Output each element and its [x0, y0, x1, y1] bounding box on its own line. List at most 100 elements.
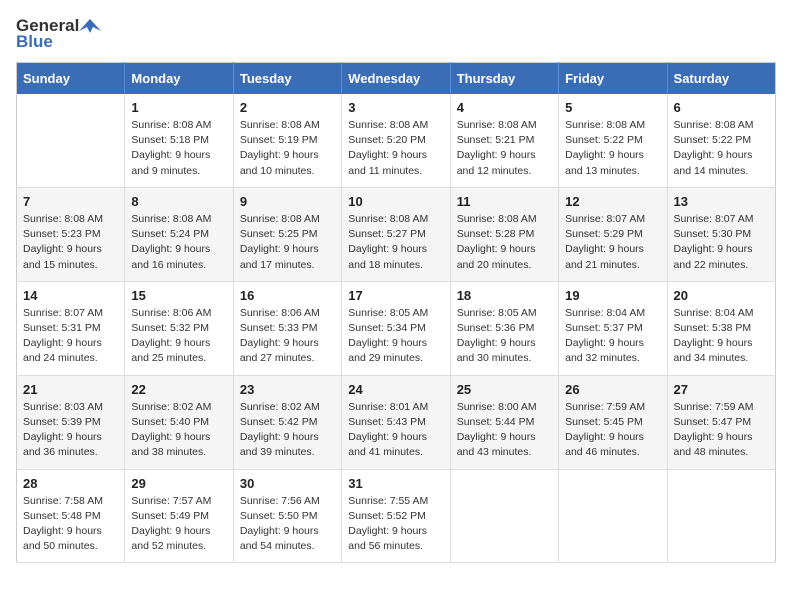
cell-info: Sunrise: 7:59 AM Sunset: 5:47 PM Dayligh… — [674, 400, 769, 461]
cell-info: Sunrise: 8:06 AM Sunset: 5:32 PM Dayligh… — [131, 306, 226, 367]
cell-info: Sunrise: 8:08 AM Sunset: 5:22 PM Dayligh… — [674, 118, 769, 179]
calendar-week-2: 7 Sunrise: 8:08 AM Sunset: 5:23 PM Daylig… — [17, 187, 776, 281]
calendar-cell: 27 Sunrise: 7:59 AM Sunset: 5:47 PM Dayli… — [667, 375, 775, 469]
day-number: 4 — [457, 100, 552, 115]
day-number: 11 — [457, 194, 552, 209]
cell-info: Sunrise: 8:03 AM Sunset: 5:39 PM Dayligh… — [23, 400, 118, 461]
day-number: 21 — [23, 382, 118, 397]
day-number: 14 — [23, 288, 118, 303]
cell-info: Sunrise: 8:08 AM Sunset: 5:23 PM Dayligh… — [23, 212, 118, 273]
cell-info: Sunrise: 8:07 AM Sunset: 5:31 PM Dayligh… — [23, 306, 118, 367]
weekday-header-wednesday: Wednesday — [342, 63, 450, 95]
calendar-week-4: 21 Sunrise: 8:03 AM Sunset: 5:39 PM Dayli… — [17, 375, 776, 469]
calendar-cell: 16 Sunrise: 8:06 AM Sunset: 5:33 PM Dayli… — [233, 281, 341, 375]
calendar-cell: 6 Sunrise: 8:08 AM Sunset: 5:22 PM Daylig… — [667, 94, 775, 187]
cell-info: Sunrise: 8:02 AM Sunset: 5:40 PM Dayligh… — [131, 400, 226, 461]
calendar-cell: 14 Sunrise: 8:07 AM Sunset: 5:31 PM Dayli… — [17, 281, 125, 375]
logo-bird-icon — [79, 17, 101, 35]
cell-info: Sunrise: 8:08 AM Sunset: 5:19 PM Dayligh… — [240, 118, 335, 179]
day-number: 22 — [131, 382, 226, 397]
cell-info: Sunrise: 8:07 AM Sunset: 5:29 PM Dayligh… — [565, 212, 660, 273]
cell-info: Sunrise: 8:04 AM Sunset: 5:38 PM Dayligh… — [674, 306, 769, 367]
day-number: 30 — [240, 476, 335, 491]
calendar-cell: 7 Sunrise: 8:08 AM Sunset: 5:23 PM Daylig… — [17, 187, 125, 281]
day-number: 31 — [348, 476, 443, 491]
day-number: 9 — [240, 194, 335, 209]
calendar-week-3: 14 Sunrise: 8:07 AM Sunset: 5:31 PM Dayli… — [17, 281, 776, 375]
day-number: 15 — [131, 288, 226, 303]
weekday-header-monday: Monday — [125, 63, 233, 95]
day-number: 6 — [674, 100, 769, 115]
day-number: 3 — [348, 100, 443, 115]
cell-info: Sunrise: 8:08 AM Sunset: 5:28 PM Dayligh… — [457, 212, 552, 273]
cell-info: Sunrise: 8:06 AM Sunset: 5:33 PM Dayligh… — [240, 306, 335, 367]
calendar-cell: 3 Sunrise: 8:08 AM Sunset: 5:20 PM Daylig… — [342, 94, 450, 187]
calendar-cell: 18Sunrise: 8:05 AM Sunset: 5:36 PM Dayli… — [450, 281, 558, 375]
calendar-cell: 19Sunrise: 8:04 AM Sunset: 5:37 PM Dayli… — [559, 281, 667, 375]
calendar-cell: 30 Sunrise: 7:56 AM Sunset: 5:50 PM Dayli… — [233, 469, 341, 563]
weekday-header-friday: Friday — [559, 63, 667, 95]
cell-info: Sunrise: 8:07 AM Sunset: 5:30 PM Dayligh… — [674, 212, 769, 273]
calendar-cell: 13 Sunrise: 8:07 AM Sunset: 5:30 PM Dayli… — [667, 187, 775, 281]
calendar-cell: 2 Sunrise: 8:08 AM Sunset: 5:19 PM Daylig… — [233, 94, 341, 187]
calendar-cell: 25 Sunrise: 8:00 AM Sunset: 5:44 PM Dayli… — [450, 375, 558, 469]
cell-info: Sunrise: 8:02 AM Sunset: 5:42 PM Dayligh… — [240, 400, 335, 461]
weekday-header-sunday: Sunday — [17, 63, 125, 95]
calendar-cell: 20 Sunrise: 8:04 AM Sunset: 5:38 PM Dayli… — [667, 281, 775, 375]
cell-info: Sunrise: 8:04 AM Sunset: 5:37 PM Dayligh… — [565, 306, 660, 367]
day-number: 29 — [131, 476, 226, 491]
day-number: 20 — [674, 288, 769, 303]
day-number: 2 — [240, 100, 335, 115]
day-number: 13 — [674, 194, 769, 209]
calendar-cell: 4 Sunrise: 8:08 AM Sunset: 5:21 PM Daylig… — [450, 94, 558, 187]
cell-info: Sunrise: 7:55 AM Sunset: 5:52 PM Dayligh… — [348, 494, 443, 555]
calendar-cell: 23 Sunrise: 8:02 AM Sunset: 5:42 PM Dayli… — [233, 375, 341, 469]
calendar-header: SundayMondayTuesdayWednesdayThursdayFrid… — [17, 63, 776, 95]
calendar-body: 1 Sunrise: 8:08 AM Sunset: 5:18 PM Daylig… — [17, 94, 776, 563]
cell-info: Sunrise: 8:05 AM Sunset: 5:36 PM Dayligh… — [457, 306, 552, 367]
logo-blue-text: Blue — [16, 32, 53, 52]
cell-info: Sunrise: 8:08 AM Sunset: 5:27 PM Dayligh… — [348, 212, 443, 273]
calendar-week-1: 1 Sunrise: 8:08 AM Sunset: 5:18 PM Daylig… — [17, 94, 776, 187]
calendar-cell — [17, 94, 125, 187]
cell-info: Sunrise: 7:58 AM Sunset: 5:48 PM Dayligh… — [23, 494, 118, 555]
calendar-cell: 17 Sunrise: 8:05 AM Sunset: 5:34 PM Dayli… — [342, 281, 450, 375]
day-number: 12 — [565, 194, 660, 209]
day-number: 23 — [240, 382, 335, 397]
weekday-header-tuesday: Tuesday — [233, 63, 341, 95]
day-number: 7 — [23, 194, 118, 209]
day-number: 10 — [348, 194, 443, 209]
cell-info: Sunrise: 8:05 AM Sunset: 5:34 PM Dayligh… — [348, 306, 443, 367]
day-number: 1 — [131, 100, 226, 115]
calendar-cell: 12 Sunrise: 8:07 AM Sunset: 5:29 PM Dayli… — [559, 187, 667, 281]
page-header: General Blue — [16, 16, 776, 52]
day-number: 24 — [348, 382, 443, 397]
cell-info: Sunrise: 8:00 AM Sunset: 5:44 PM Dayligh… — [457, 400, 552, 461]
calendar-cell: 9Sunrise: 8:08 AM Sunset: 5:25 PM Daylig… — [233, 187, 341, 281]
cell-info: Sunrise: 8:01 AM Sunset: 5:43 PM Dayligh… — [348, 400, 443, 461]
cell-info: Sunrise: 7:56 AM Sunset: 5:50 PM Dayligh… — [240, 494, 335, 555]
day-number: 5 — [565, 100, 660, 115]
logo: General Blue — [16, 16, 101, 52]
calendar-cell: 24 Sunrise: 8:01 AM Sunset: 5:43 PM Dayli… — [342, 375, 450, 469]
day-number: 8 — [131, 194, 226, 209]
weekday-header-thursday: Thursday — [450, 63, 558, 95]
cell-info: Sunrise: 8:08 AM Sunset: 5:21 PM Dayligh… — [457, 118, 552, 179]
calendar-cell: 22 Sunrise: 8:02 AM Sunset: 5:40 PM Dayli… — [125, 375, 233, 469]
calendar-cell: 31 Sunrise: 7:55 AM Sunset: 5:52 PM Dayli… — [342, 469, 450, 563]
cell-info: Sunrise: 8:08 AM Sunset: 5:18 PM Dayligh… — [131, 118, 226, 179]
calendar-cell: 15 Sunrise: 8:06 AM Sunset: 5:32 PM Dayli… — [125, 281, 233, 375]
weekday-header-saturday: Saturday — [667, 63, 775, 95]
cell-info: Sunrise: 8:08 AM Sunset: 5:22 PM Dayligh… — [565, 118, 660, 179]
calendar-cell: 8 Sunrise: 8:08 AM Sunset: 5:24 PM Daylig… — [125, 187, 233, 281]
day-number: 17 — [348, 288, 443, 303]
day-number: 27 — [674, 382, 769, 397]
cell-info: Sunrise: 8:08 AM Sunset: 5:20 PM Dayligh… — [348, 118, 443, 179]
calendar-cell — [667, 469, 775, 563]
day-number: 26 — [565, 382, 660, 397]
calendar-cell — [559, 469, 667, 563]
cell-info: Sunrise: 8:08 AM Sunset: 5:24 PM Dayligh… — [131, 212, 226, 273]
day-number: 25 — [457, 382, 552, 397]
cell-info: Sunrise: 7:59 AM Sunset: 5:45 PM Dayligh… — [565, 400, 660, 461]
day-number: 16 — [240, 288, 335, 303]
